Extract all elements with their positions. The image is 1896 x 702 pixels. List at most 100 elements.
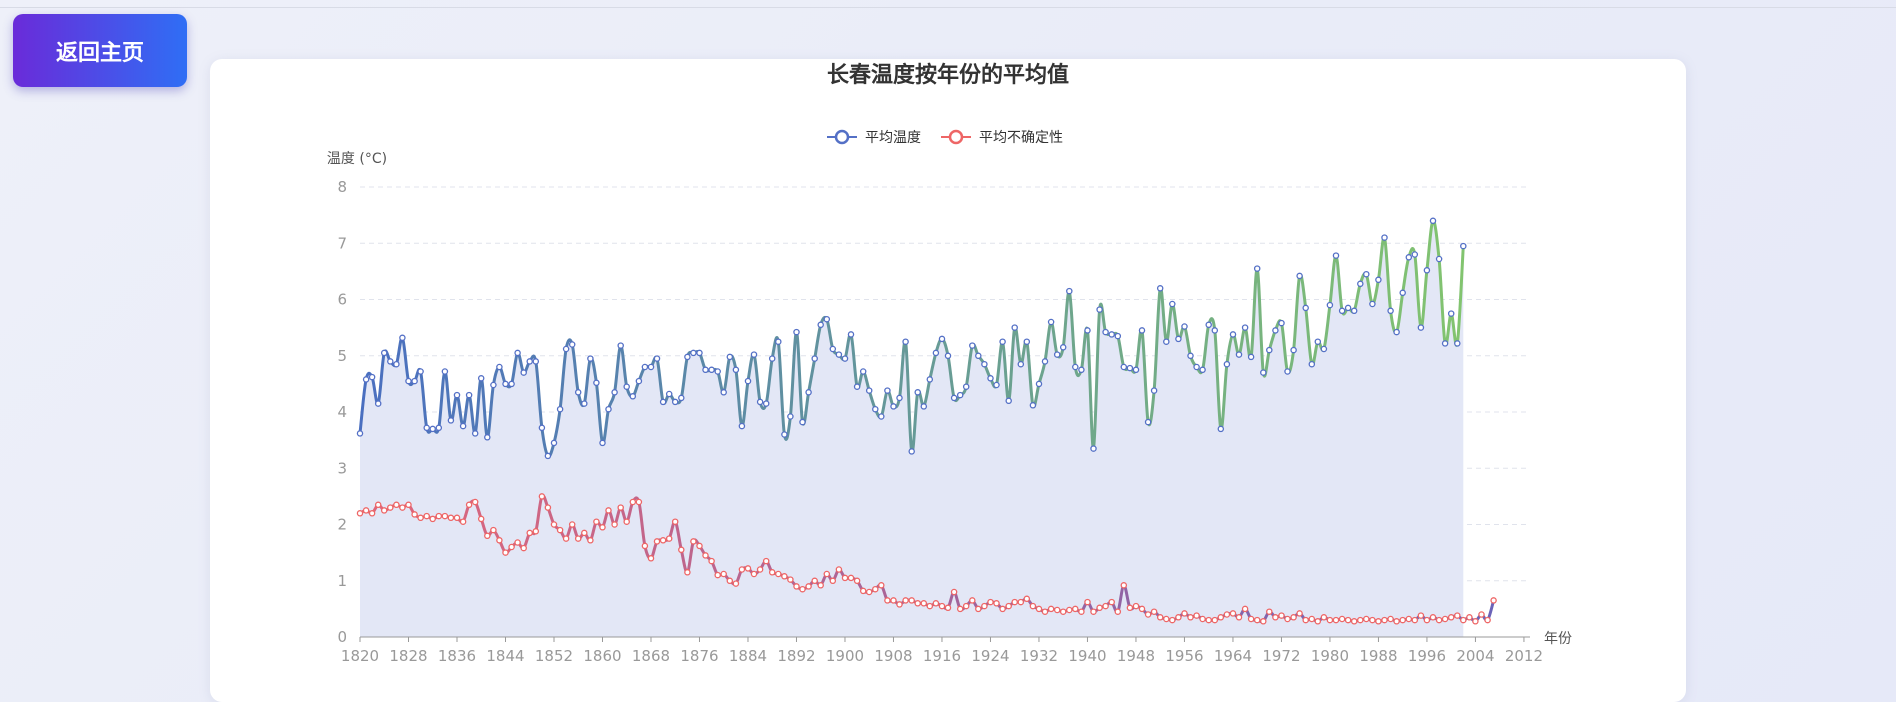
x-tick-label: 1916	[923, 647, 961, 665]
legend-label-temperature: 平均温度	[865, 130, 921, 146]
uncertainty-point	[714, 571, 721, 579]
temperature-point	[696, 349, 703, 357]
temperature-point	[805, 389, 812, 396]
temperature-point	[1096, 306, 1103, 313]
temperature-point	[647, 363, 655, 371]
temperature-point	[459, 422, 467, 430]
uncertainty-point	[417, 514, 424, 522]
uncertainty-point	[1114, 608, 1122, 615]
temperature-point	[1357, 280, 1364, 288]
temperature-point	[368, 373, 376, 381]
temperature-point	[878, 413, 885, 420]
uncertainty-point	[1126, 604, 1134, 612]
temperature-point	[1447, 310, 1455, 317]
uncertainty-point	[896, 601, 903, 608]
temperature-point	[514, 349, 521, 357]
temperature-point	[1023, 338, 1031, 345]
temperature-point	[556, 405, 564, 413]
uncertainty-point	[1120, 582, 1128, 589]
uncertainty-point	[1132, 602, 1140, 610]
temperature-point	[1278, 319, 1285, 327]
temperature-point	[538, 424, 546, 432]
temperature-point	[744, 377, 752, 385]
uncertainty-point	[447, 514, 455, 522]
temperature-point	[1241, 324, 1249, 331]
uncertainty-point	[514, 539, 521, 546]
uncertainty-point	[1193, 612, 1200, 619]
temperature-point	[581, 400, 588, 407]
x-tick-label: 1884	[729, 647, 767, 665]
chart-card: 长春温度按年份的平均值 平均温度 平均不确定性 0 1 2 3 4 5 6 7 8 温度 (°C) 182…	[210, 59, 1686, 702]
uncertainty-point	[981, 602, 988, 610]
uncertainty-point	[641, 542, 649, 550]
uncertainty-point	[708, 557, 715, 565]
x-tick-label: 1876	[680, 647, 718, 665]
temperature-point	[1332, 252, 1340, 259]
temperature-point	[1102, 328, 1109, 336]
temperature-point	[762, 400, 770, 407]
temperature-point	[1047, 318, 1055, 326]
uncertainty-point	[1096, 604, 1103, 612]
temperature-point	[1193, 363, 1200, 371]
uncertainty-point	[823, 570, 831, 578]
temperature-point	[1156, 285, 1164, 292]
temperature-point	[484, 434, 491, 441]
back-home-button[interactable]: 返回主页	[13, 14, 187, 87]
uncertainty-point	[738, 566, 746, 573]
uncertainty-point	[496, 537, 503, 544]
temperature-point	[684, 353, 691, 361]
temperature-point	[1066, 287, 1073, 295]
uncertainty-point	[1229, 610, 1237, 617]
uncertainty-point	[665, 535, 673, 542]
uncertainty-point	[902, 597, 909, 604]
temperature-point	[756, 398, 764, 406]
temperature-point	[1435, 255, 1443, 263]
uncertainty-point	[756, 566, 764, 573]
uncertainty-point	[1460, 616, 1467, 624]
uncertainty-point	[635, 498, 643, 506]
uncertainty-point	[1381, 616, 1388, 624]
x-tick-label: 2012	[1505, 647, 1543, 665]
uncertainty-point	[1344, 616, 1352, 624]
temperature-point	[896, 394, 903, 402]
temperature-point	[1429, 217, 1437, 225]
temperature-point	[975, 352, 982, 360]
uncertainty-point	[781, 573, 788, 580]
temperature-point	[793, 328, 800, 336]
temperature-point	[775, 338, 782, 345]
temperature-point	[659, 398, 667, 406]
uncertainty-point	[993, 600, 1000, 607]
temperature-point	[865, 387, 873, 394]
uncertainty-point	[1011, 598, 1018, 606]
uncertainty-point	[1078, 608, 1085, 615]
temperature-point	[1108, 331, 1115, 338]
temperature-point	[1059, 344, 1067, 351]
temperature-point	[1229, 331, 1237, 338]
uncertainty-point	[1441, 615, 1449, 623]
uncertainty-point	[1199, 615, 1206, 623]
uncertainty-point	[1017, 598, 1025, 606]
temperature-point	[1393, 328, 1400, 336]
temperature-point	[799, 418, 806, 426]
x-tick-label: 1964	[1214, 647, 1252, 665]
temperature-point	[362, 376, 370, 383]
temperature-point	[629, 393, 637, 400]
x-tick-label: 1948	[1117, 647, 1155, 665]
uncertainty-point	[762, 557, 770, 565]
temperature-point	[574, 389, 582, 396]
temperature-point	[1235, 351, 1243, 358]
temperature-point	[1417, 324, 1425, 331]
uncertainty-point	[544, 504, 552, 511]
uncertainty-point	[568, 521, 576, 528]
uncertainty-point	[581, 529, 588, 537]
temperature-point	[423, 424, 430, 432]
x-tick-label: 1852	[535, 647, 573, 665]
uncertainty-point	[1357, 616, 1364, 624]
uncertainty-point	[562, 535, 570, 542]
x-tick-label: 1908	[874, 647, 912, 665]
x-tick-label: 1956	[1165, 647, 1203, 665]
uncertainty-point	[1156, 614, 1164, 621]
temperature-point	[1181, 323, 1188, 330]
uncertainty-point	[1217, 614, 1225, 621]
uncertainty-point	[908, 597, 915, 604]
